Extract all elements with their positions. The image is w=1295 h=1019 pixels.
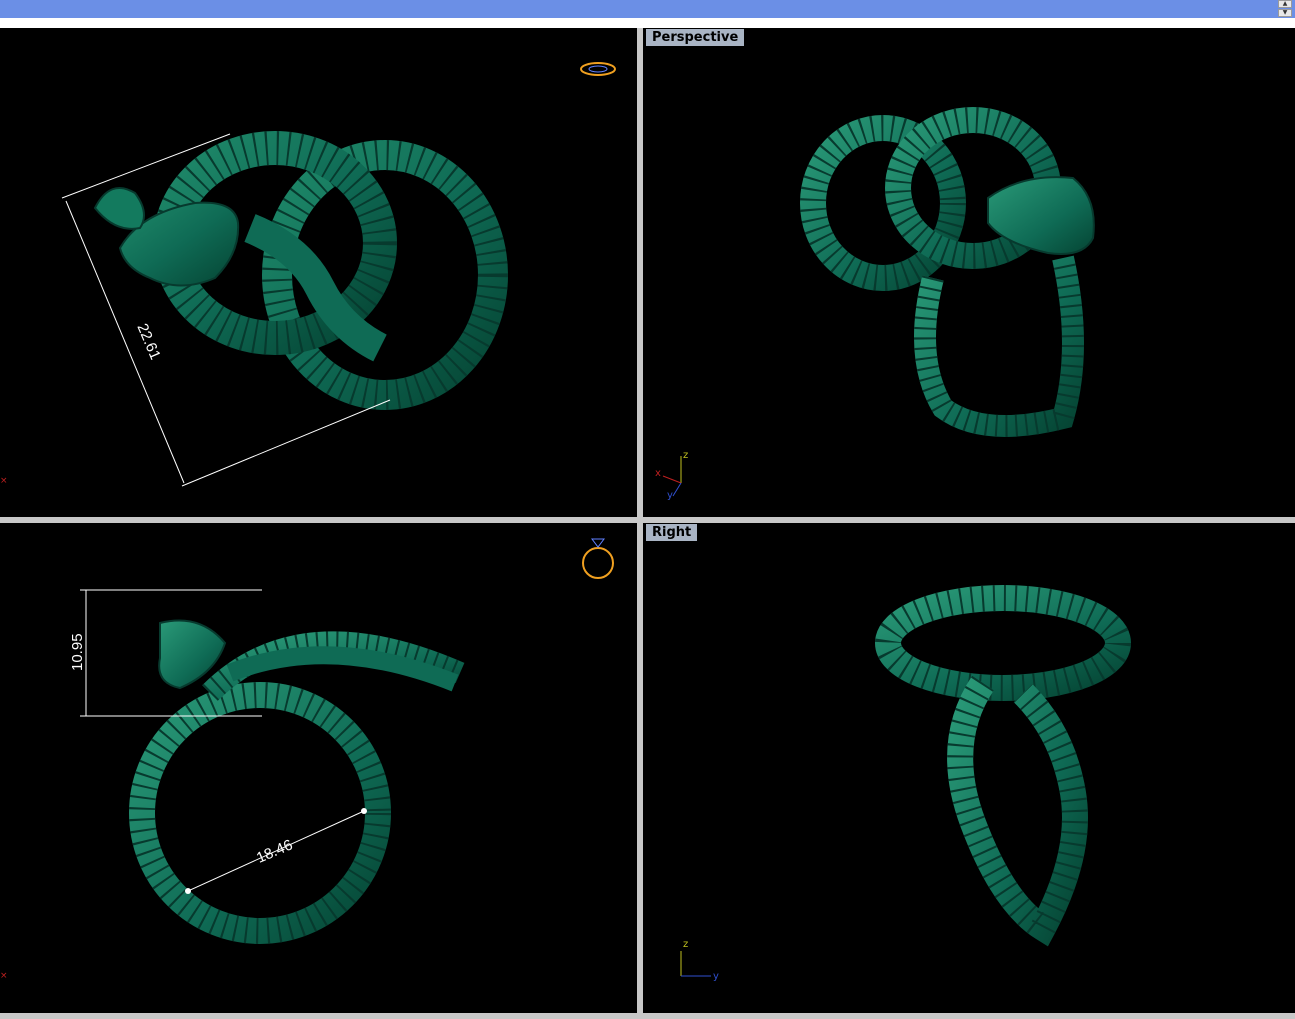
axis-x-label: x [655, 468, 661, 479]
perspective-view-model: z x y [655, 107, 1095, 501]
viewport-divider-horizontal[interactable] [0, 517, 1295, 523]
snake-tail [93, 187, 145, 230]
axis-marker-front: × [0, 971, 8, 981]
viewport-perspective[interactable]: Perspective z x y [643, 28, 1295, 517]
ring-icon[interactable] [580, 62, 616, 76]
ring-shank [914, 255, 1084, 437]
top-view-model: 22.61 × [0, 62, 616, 487]
dimension-label-height: 10.95 [69, 633, 86, 671]
axis-marker-x: × [0, 476, 8, 486]
viewport-right[interactable]: Right z y [643, 523, 1295, 1013]
axis-y-label-right: y [713, 971, 719, 982]
dimension-label-diameter: 18.46 [254, 836, 295, 866]
axis-z-label: z [683, 450, 688, 461]
coil-top-right [875, 585, 1131, 701]
bottom-border [0, 1013, 1295, 1019]
ring-gem-icon [588, 65, 608, 73]
dimension-extension-2 [181, 399, 391, 487]
dimension-label-top: 22.61 [133, 321, 163, 362]
dimension-point-1 [185, 888, 191, 894]
axis-y-line [672, 482, 682, 497]
viewport-top[interactable]: 22.61 × [0, 28, 637, 517]
front-view-model: 10.95 18.46 × [0, 538, 614, 981]
axis-x-line [662, 475, 682, 484]
window-title-bar: ▲ ▼ [0, 0, 1295, 19]
ring-front-gem-icon [591, 538, 605, 548]
ring-front-icon[interactable] [582, 547, 614, 579]
toolbar-edge [0, 18, 1295, 28]
axis-y-label: y [667, 490, 673, 501]
viewport-front[interactable]: 10.95 18.46 × [0, 523, 637, 1013]
shank-right [947, 675, 1088, 947]
viewport-divider-vertical[interactable] [637, 28, 643, 1019]
right-view-model: z y [680, 585, 1131, 982]
axis-z-label-right: z [683, 939, 688, 950]
scroll-up-button[interactable]: ▲ [1278, 0, 1292, 8]
dimension-point-2 [361, 808, 367, 814]
scroll-down-button[interactable]: ▼ [1278, 9, 1292, 17]
scroll-buttons: ▲ ▼ [1278, 0, 1292, 18]
